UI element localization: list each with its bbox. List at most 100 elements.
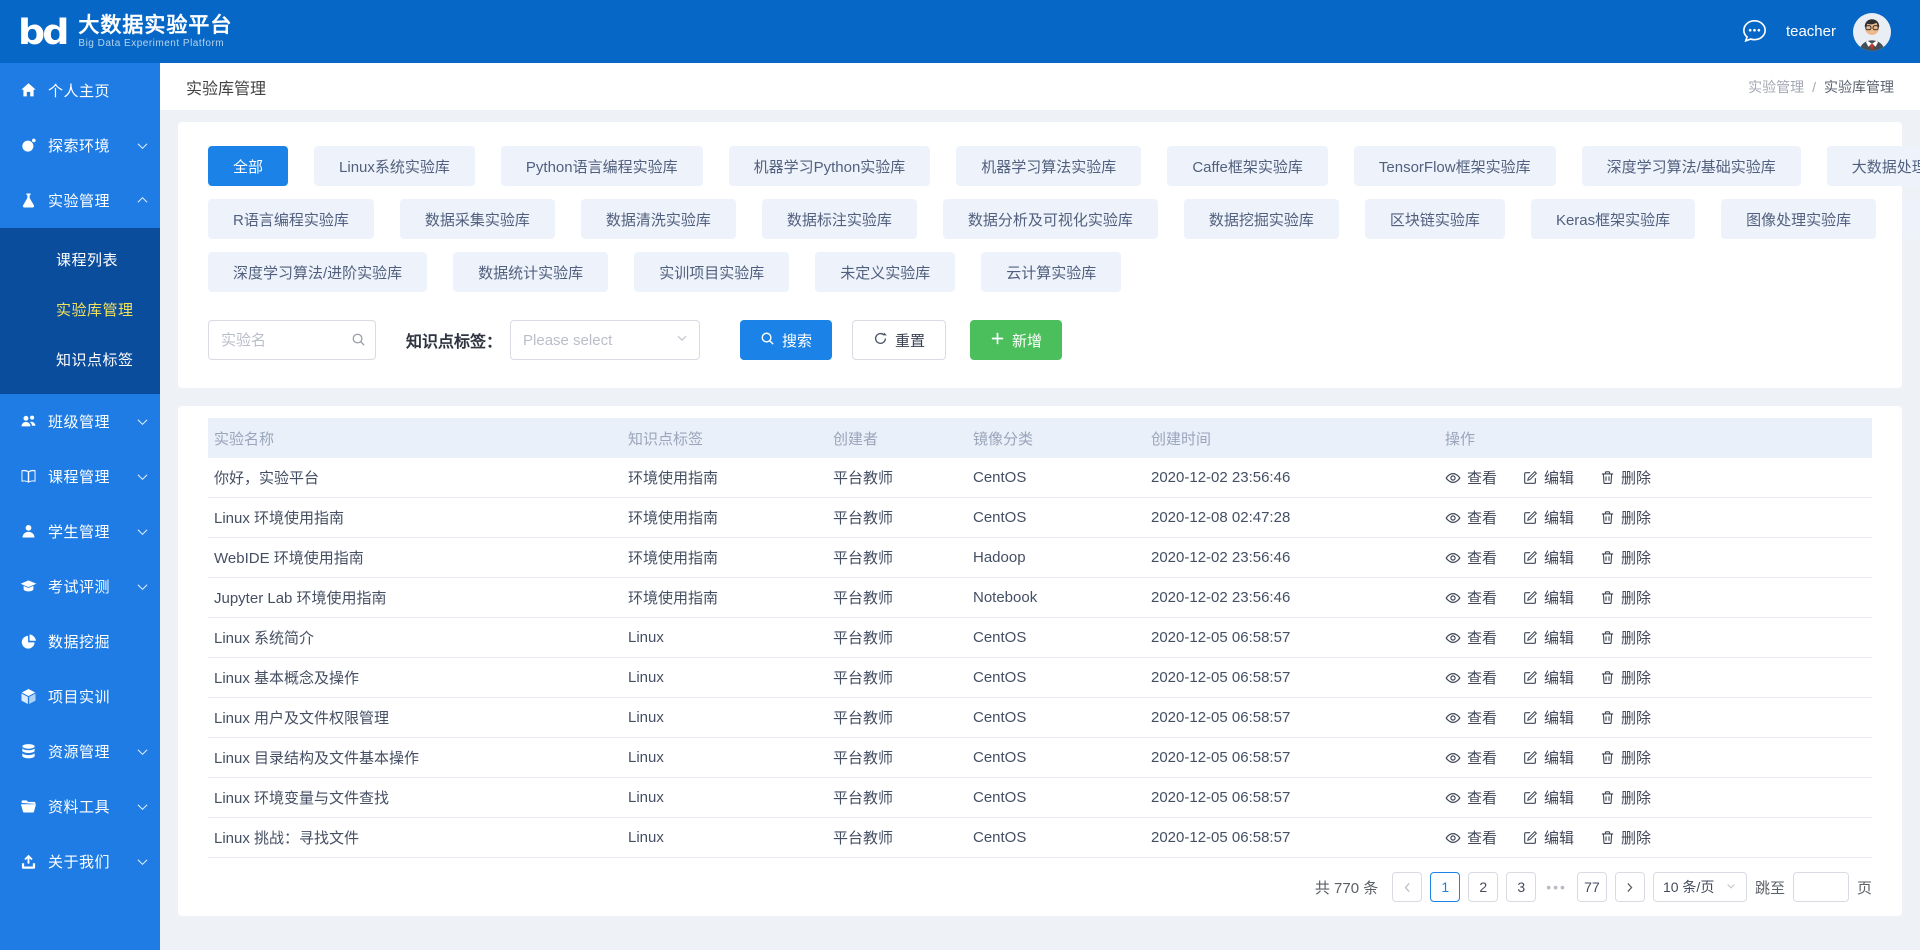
delete-button[interactable]: 删除 [1600,667,1651,688]
sidebar-item-resource-mgmt[interactable]: 资源管理 [0,724,160,779]
knowledge-tag-select[interactable]: Please select [510,320,700,360]
filter-tag[interactable]: Python语言编程实验库 [501,146,703,186]
page-button-3[interactable]: 3 [1506,872,1536,902]
view-button[interactable]: 查看 [1445,707,1497,728]
sidebar-item-data-mining[interactable]: 数据挖掘 [0,614,160,669]
cell-created: 2020-12-05 06:58:57 [1145,629,1439,646]
experiment-name-field [208,320,376,360]
view-button[interactable]: 查看 [1445,627,1497,648]
filter-tag[interactable]: 实训项目实验库 [634,252,789,292]
search-button[interactable]: 搜索 [740,320,832,360]
view-button[interactable]: 查看 [1445,507,1497,528]
filter-tag[interactable]: 数据统计实验库 [453,252,608,292]
delete-button[interactable]: 删除 [1600,747,1651,768]
delete-button[interactable]: 删除 [1600,787,1651,808]
delete-button[interactable]: 删除 [1600,547,1651,568]
filter-tag[interactable]: 大数据处理技术实验库 [1827,146,1920,186]
filter-tag[interactable]: Caffe框架实验库 [1167,146,1328,186]
add-button[interactable]: 新增 [970,320,1062,360]
filter-tag[interactable]: 数据挖掘实验库 [1184,199,1339,239]
delete-button[interactable]: 删除 [1600,587,1651,608]
jump-page-input[interactable] [1793,872,1849,902]
filter-tag[interactable]: 云计算实验库 [981,252,1121,292]
delete-button[interactable]: 删除 [1600,627,1651,648]
view-button[interactable]: 查看 [1445,667,1497,688]
submenu-item-experiment-lib-mgmt[interactable]: 实验库管理 [0,286,160,336]
cell-tag: 环境使用指南 [622,547,827,568]
sidebar-item-course-mgmt[interactable]: 课程管理 [0,449,160,504]
filter-tag-row: R语言编程实验库数据采集实验库数据清洗实验库数据标注实验库数据分析及可视化实验库… [208,199,1872,239]
edit-button[interactable]: 编辑 [1523,507,1574,528]
sidebar-item-project-training[interactable]: 项目实训 [0,669,160,724]
sidebar-item-student-mgmt[interactable]: 学生管理 [0,504,160,559]
sidebar-item-class-mgmt[interactable]: 班级管理 [0,394,160,449]
filter-tag[interactable]: TensorFlow框架实验库 [1354,146,1556,186]
filter-tag[interactable]: Linux系统实验库 [314,146,475,186]
messages-icon[interactable] [1739,16,1770,47]
view-button[interactable]: 查看 [1445,827,1497,848]
view-button[interactable]: 查看 [1445,587,1497,608]
filter-tag[interactable]: 图像处理实验库 [1721,199,1876,239]
edit-button[interactable]: 编辑 [1523,747,1574,768]
filter-tag[interactable]: 机器学习Python实验库 [729,146,931,186]
view-button[interactable]: 查看 [1445,547,1497,568]
eye-icon [1445,710,1461,726]
page-button-2[interactable]: 2 [1468,872,1498,902]
filter-tag[interactable]: 数据清洗实验库 [581,199,736,239]
cell-tag: 环境使用指南 [622,467,827,488]
filter-tag[interactable]: 深度学习算法/进阶实验库 [208,252,427,292]
edit-button[interactable]: 编辑 [1523,467,1574,488]
project-icon [20,688,37,705]
filter-tag[interactable]: 数据采集实验库 [400,199,555,239]
view-button[interactable]: 查看 [1445,747,1497,768]
cell-tag: Linux [622,829,827,846]
page-button-77[interactable]: 77 [1577,872,1607,902]
filter-tag[interactable]: Keras框架实验库 [1531,199,1695,239]
filter-tag[interactable]: 深度学习算法/基础实验库 [1582,146,1801,186]
sidebar-item-exam-eval[interactable]: 考试评测 [0,559,160,614]
brand[interactable]: bd 大数据实验平台 Big Data Experiment Platform [18,13,232,51]
next-page-button[interactable] [1615,872,1645,902]
view-button[interactable]: 查看 [1445,467,1497,488]
sidebar-item-explore-env[interactable]: 探索环境 [0,118,160,173]
filter-tag[interactable]: R语言编程实验库 [208,199,374,239]
delete-button[interactable]: 删除 [1600,827,1651,848]
breadcrumb-separator: / [1812,79,1816,95]
sidebar-item-material-tools[interactable]: 资料工具 [0,779,160,834]
filter-tag[interactable]: 数据分析及可视化实验库 [943,199,1158,239]
submenu-item-course-list[interactable]: 课程列表 [0,236,160,286]
prev-page-button[interactable] [1392,872,1422,902]
breadcrumb-parent[interactable]: 实验管理 [1748,77,1804,97]
page-size-value: 10 条/页 [1663,877,1714,897]
delete-button[interactable]: 删除 [1600,507,1651,528]
view-button[interactable]: 查看 [1445,787,1497,808]
filter-tag[interactable]: 全部 [208,146,288,186]
filter-tag[interactable]: 未定义实验库 [815,252,955,292]
edit-button[interactable]: 编辑 [1523,667,1574,688]
sidebar-item-personal-home[interactable]: 个人主页 [0,63,160,118]
edit-button[interactable]: 编辑 [1523,547,1574,568]
reset-button[interactable]: 重置 [852,320,946,360]
filter-tag[interactable]: 机器学习算法实验库 [956,146,1141,186]
column-header: 实验名称 [208,428,622,449]
edit-button[interactable]: 编辑 [1523,827,1574,848]
page-size-select[interactable]: 10 条/页 [1653,872,1747,902]
action-label: 删除 [1621,627,1651,648]
sidebar-item-about-us[interactable]: 关于我们 [0,834,160,889]
filter-tag[interactable]: 数据标注实验库 [762,199,917,239]
edit-button[interactable]: 编辑 [1523,587,1574,608]
filter-tag[interactable]: 区块链实验库 [1365,199,1505,239]
delete-button[interactable]: 删除 [1600,467,1651,488]
sidebar-item-experiment-mgmt[interactable]: 实验管理 [0,173,160,228]
page-ellipsis[interactable]: ••• [1544,879,1569,895]
avatar[interactable] [1852,12,1892,52]
edit-icon [1523,670,1538,685]
cell-name: Jupyter Lab 环境使用指南 [208,587,622,608]
edit-button[interactable]: 编辑 [1523,787,1574,808]
submenu-item-knowledge-tags[interactable]: 知识点标签 [0,336,160,386]
delete-button[interactable]: 删除 [1600,707,1651,728]
edit-button[interactable]: 编辑 [1523,707,1574,728]
edit-button[interactable]: 编辑 [1523,627,1574,648]
page-button-1[interactable]: 1 [1430,872,1460,902]
filter-tag[interactable]: PyTorch框架实验库 [1902,199,1920,239]
